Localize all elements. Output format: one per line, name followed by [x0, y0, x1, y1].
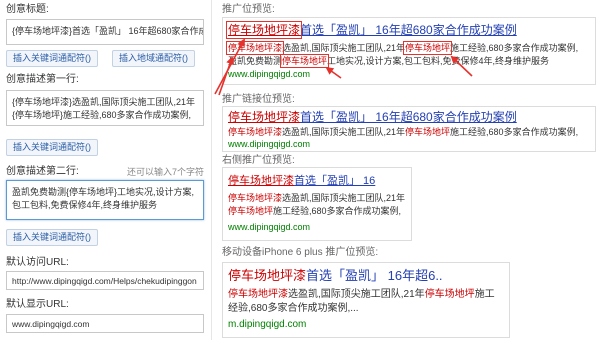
main-preview-label: 推广位预览: [222, 4, 275, 15]
creative-title-label: 创意标题: [6, 4, 49, 15]
title-text: 首选「盈凯」 16 [294, 175, 376, 187]
description-text: 选盈凯,国际顶尖施工团队,21年 [282, 193, 406, 203]
description-text: 工地实况,设计方案,包工包料,免费保修4年,终身维护服务 [327, 56, 550, 66]
description-keyword: 停车场地坪 [228, 206, 274, 216]
visit-url-label: 默认访问URL: [6, 257, 69, 268]
description-text: 盈凯免费勘测 [228, 56, 283, 66]
ad-description-line-2: 盈凯免费勘测停车场地坪工地实况,设计方案,包工包料,免费保修4年,终身维护服务 [228, 54, 590, 68]
description-line-2-label: 创意描述第二行: [6, 166, 79, 177]
ad-display-url: www.dipingqigd.com [228, 139, 311, 149]
ad-display-url: m.dipingqigd.com [228, 319, 307, 330]
description-text: 施工经验,680多家合作成功案例, [450, 43, 579, 53]
right-preview-card: 停车场地坪漆首选「盈凯」 16 停车场地坪漆选盈凯,国际顶尖施工团队,21年 停… [222, 167, 412, 241]
ad-description-line-1: 停车场地坪漆选盈凯,国际顶尖施工团队,21年 [228, 192, 406, 205]
ad-description: 停车场地坪漆选盈凯,国际顶尖施工团队,21年停车场地坪施工经验,680多家合作成… [228, 126, 590, 138]
description-keyword: 停车场地坪漆 [228, 289, 288, 300]
description-keyword: 停车场地坪 [405, 127, 451, 137]
description-keyword: 停车场地坪漆 [225, 41, 285, 55]
mobile-preview-label: 移动设备iPhone 6 plus 推广位预览: [222, 247, 379, 258]
visit-url-input[interactable] [6, 271, 204, 290]
description-line-1-label: 创意描述第一行: [6, 74, 79, 85]
title-keyword: 停车场地坪漆 [228, 268, 307, 283]
description-line-2-input[interactable]: 盈凯免费勘测{停车场地坪}工地实况,设计方案,包工包料,免费保修4年,终身维护服… [6, 180, 204, 220]
description-keyword: 停车场地坪漆 [228, 127, 283, 137]
ad-display-url: www.dipingqigd.com [228, 69, 311, 79]
right-preview-label: 右侧推广位预览: [222, 155, 295, 166]
description-text: 选盈凯,国际顶尖施工团队,21年 [282, 127, 406, 137]
title-text: 首选「盈凯」 16年超680家合作成功案例 [300, 23, 517, 37]
ad-title: 停车场地坪漆首选「盈凯」 16年超6.. [228, 267, 504, 285]
ad-title: 停车场地坪漆首选「盈凯」 16 [228, 173, 406, 189]
description-keyword: 停车场地坪 [403, 41, 453, 55]
ad-description-line-2: 停车场地坪施工经验,680多家合作成功案例, [228, 205, 406, 218]
ad-description-line-1: 停车场地坪漆选盈凯,国际顶尖施工团队,21年停车场地坪施工 [228, 288, 504, 302]
link-preview-label: 推广链接位预览: [222, 94, 295, 105]
display-url-input[interactable] [6, 314, 204, 333]
description-text: 施工 [474, 289, 495, 300]
insert-keyword-wildcard-button[interactable]: 插入关键词通配符() [6, 229, 98, 246]
description-line-1-input[interactable]: {停车场地坪漆}选盈凯,国际顶尖施工团队,21年{停车场地坪}施工经验,680多… [6, 90, 204, 126]
display-url-label: 默认显示URL: [6, 299, 69, 310]
description-text: 经验,680多家合作成功案例,... [228, 303, 359, 314]
insert-keyword-wildcard-button[interactable]: 插入关键词通配符() [6, 139, 98, 156]
link-preview-card: 停车场地坪漆首选「盈凯」 16年超680家合作成功案例 停车场地坪漆选盈凯,国际… [222, 106, 596, 152]
description-text: 选盈凯,国际顶尖施工团队,21年 [288, 289, 425, 300]
main-preview-card: 停车场地坪漆首选「盈凯」 16年超680家合作成功案例 停车场地坪漆选盈凯,国际… [222, 17, 596, 85]
description-text: 施工经验,680多家合作成功案例, [273, 206, 402, 216]
creative-title-input[interactable]: {停车场地坪漆}首选「盈凯」 16年超680家合作成 [6, 19, 204, 45]
title-keyword: 停车场地坪漆 [228, 110, 301, 124]
description-text: 选盈凯,国际顶尖施工团队,21年 [282, 43, 406, 53]
insert-keyword-wildcard-button[interactable]: 插入关键词通配符() [6, 50, 98, 67]
remaining-characters-hint: 还可以输入7个字符 [126, 167, 204, 177]
description-keyword: 停车场地坪 [424, 289, 475, 300]
ad-description-line-1: 停车场地坪漆选盈凯,国际顶尖施工团队,21年停车场地坪施工经验,680多家合作成… [225, 41, 590, 55]
title-keyword: 停车场地坪漆 [228, 175, 294, 187]
ad-title: 停车场地坪漆首选「盈凯」 16年超680家合作成功案例 [228, 110, 590, 125]
title-text: 首选「盈凯」 16年超6.. [306, 268, 443, 283]
description-keyword: 停车场地坪 [280, 54, 330, 68]
description-keyword: 停车场地坪漆 [228, 193, 283, 203]
description-text: 施工经验,680多家合作成功案例, [450, 127, 579, 137]
ad-title: 停车场地坪漆首选「盈凯」 16年超680家合作成功案例 [225, 21, 590, 39]
insert-region-wildcard-button[interactable]: 插入地域通配符() [112, 50, 195, 67]
panel-divider [211, 0, 212, 340]
mobile-preview-card: 停车场地坪漆首选「盈凯」 16年超6.. 停车场地坪漆选盈凯,国际顶尖施工团队,… [222, 262, 510, 338]
title-keyword: 停车场地坪漆 [225, 21, 303, 39]
ad-display-url: www.dipingqigd.com [228, 222, 311, 232]
ad-description-line-2: 经验,680多家合作成功案例,... [228, 302, 504, 316]
title-text: 首选「盈凯」 16年超680家合作成功案例 [300, 110, 517, 124]
